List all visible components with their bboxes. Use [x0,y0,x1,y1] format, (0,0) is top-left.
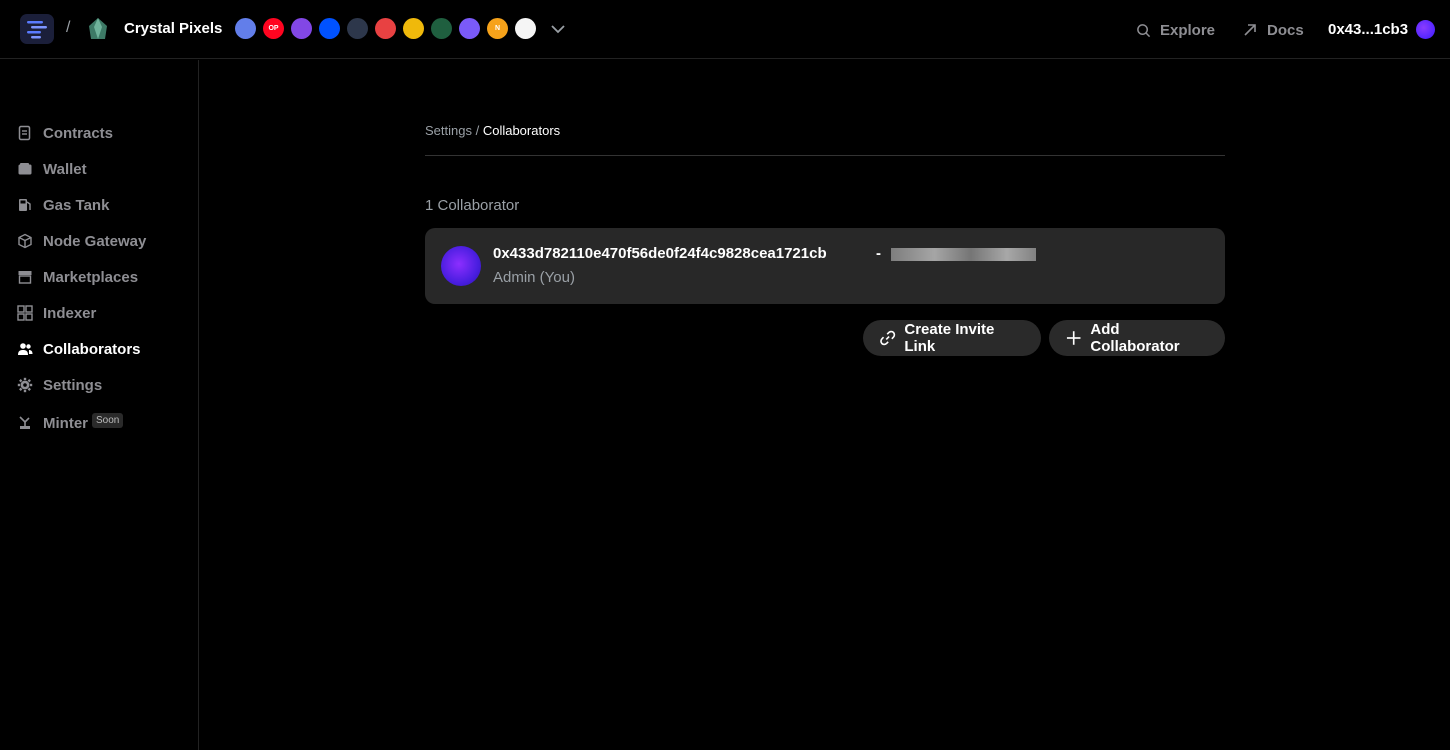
plus-icon [1066,331,1081,345]
collaborator-separator: - [876,245,881,262]
avatar [441,246,481,286]
mantle-icon[interactable] [431,18,452,39]
ethereum-icon[interactable] [235,18,256,39]
sidebar-item-label: Wallet [43,160,87,178]
arrow-up-right-icon [1244,24,1256,36]
explore-link[interactable]: Explore [1136,20,1215,40]
sidebar-item-wallet[interactable]: Wallet [17,158,87,180]
sidebar-item-label: Marketplaces [43,268,139,286]
sidebar-item-label: Collaborators [43,340,141,358]
search-icon [1137,23,1151,37]
base-icon[interactable] [319,18,340,39]
sidebar-item-label: Settings [43,376,103,394]
sidebar-item-label: Contracts [43,124,114,142]
sidebar-item-marketplaces[interactable]: Marketplaces [17,266,138,288]
collaborator-count: 1 Collaborator [425,197,520,214]
sidebar-item-label: Node Gateway [43,232,147,250]
docs-label: Docs [1267,21,1304,39]
arbitrum-icon[interactable] [347,18,368,39]
zora-icon[interactable] [459,18,480,39]
divider [425,155,1225,156]
chevron-down-icon[interactable] [549,20,567,38]
near-icon[interactable]: N [487,18,508,39]
avalanche-icon[interactable] [375,18,396,39]
breadcrumb-separator: / [66,19,71,36]
logo-icon [27,21,47,39]
project-name[interactable]: Crystal Pixels [124,20,222,37]
sidebar-item-collaborators[interactable]: Collaborators [17,338,141,360]
top-bar: / Crystal Pixels OP N Explore Docs 0x43..… [0,0,1450,59]
wallet-address: 0x43...1cb3 [1328,21,1409,38]
gas-tank-icon [19,199,31,211]
breadcrumb-settings-link[interactable]: Settings [425,123,472,138]
sidebar-item-label: Indexer [43,304,97,322]
marketplaces-icon [18,271,32,284]
bnb-icon[interactable] [403,18,424,39]
wallet-button[interactable]: 0x43...1cb3 [1328,20,1436,39]
scroll-icon[interactable] [515,18,536,39]
soon-badge: Soon [92,412,124,428]
collaborators-icon [18,343,33,355]
sidebar-item-label: Gas Tank [43,196,110,214]
indexer-icon [17,305,33,321]
collaborator-card: 0x433d782110e470f56de0f24f4c9828cea1721c… [425,228,1225,304]
wallet-avatar [1416,20,1436,39]
breadcrumb-current: Collaborators [482,123,561,138]
project-icon[interactable] [86,17,110,41]
link-icon [880,330,896,346]
sidebar: Contracts Wallet Gas Tank Node Gateway M… [0,60,199,750]
contracts-icon [18,125,31,141]
sidebar-item-settings[interactable]: Settings [17,374,102,396]
minter-icon [19,416,30,429]
create-invite-link-button[interactable]: Create Invite Link [863,320,1041,356]
docs-link[interactable]: Docs [1243,20,1304,40]
polygon-icon[interactable] [291,18,312,39]
sidebar-item-label: Minter [43,414,88,432]
collaborator-role: Admin (You) [493,269,575,286]
create-invite-link-label: Create Invite Link [904,321,995,355]
breadcrumb: Settings / Collaborators [425,123,560,138]
app-logo[interactable] [20,14,54,44]
gear-icon [17,377,33,393]
sidebar-item-indexer[interactable]: Indexer [17,302,96,324]
collaborator-address: 0x433d782110e470f56de0f24f4c9828cea1721c… [493,245,827,262]
node-gateway-icon [18,233,32,249]
sidebar-item-gas-tank[interactable]: Gas Tank [17,194,109,216]
redacted-email [891,248,1036,261]
sidebar-item-node-gateway[interactable]: Node Gateway [17,230,146,252]
breadcrumb-separator: / [471,123,483,138]
add-collaborator-button[interactable]: Add Collaborator [1049,320,1225,356]
wallet-icon [18,163,32,175]
sidebar-item-minter[interactable]: Minter Soon [17,412,124,434]
sidebar-item-contracts[interactable]: Contracts [17,122,113,144]
optimism-icon[interactable]: OP [263,18,284,39]
add-collaborator-label: Add Collaborator [1090,321,1180,355]
explore-label: Explore [1160,21,1216,39]
